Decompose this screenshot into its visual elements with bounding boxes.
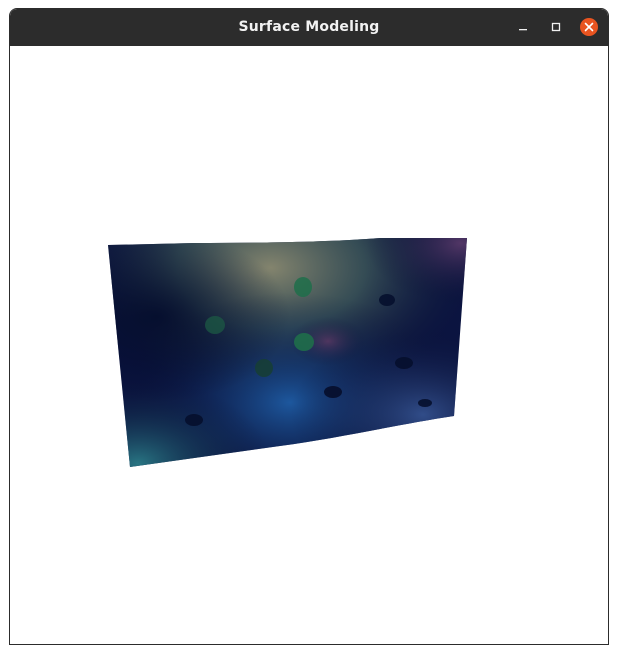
render-viewport[interactable] xyxy=(10,46,608,644)
minimize-button[interactable] xyxy=(512,16,534,38)
close-button[interactable] xyxy=(578,16,600,38)
app-window: Surface Modeling xyxy=(9,8,609,645)
control-point[interactable] xyxy=(418,399,432,407)
maximize-icon xyxy=(551,22,561,32)
control-point[interactable] xyxy=(379,294,395,306)
control-point[interactable] xyxy=(255,359,273,377)
control-point[interactable] xyxy=(294,333,314,351)
surface-mesh xyxy=(108,238,467,467)
close-icon xyxy=(580,18,598,36)
window-controls xyxy=(501,17,600,37)
surface-render xyxy=(108,238,467,467)
maximize-button[interactable] xyxy=(545,16,567,38)
control-point[interactable] xyxy=(205,316,225,334)
minimize-icon xyxy=(519,29,527,31)
control-point[interactable] xyxy=(324,386,342,398)
control-point[interactable] xyxy=(294,277,312,297)
title-bar[interactable]: Surface Modeling xyxy=(10,9,608,46)
control-point[interactable] xyxy=(395,357,413,369)
control-point[interactable] xyxy=(185,414,203,426)
